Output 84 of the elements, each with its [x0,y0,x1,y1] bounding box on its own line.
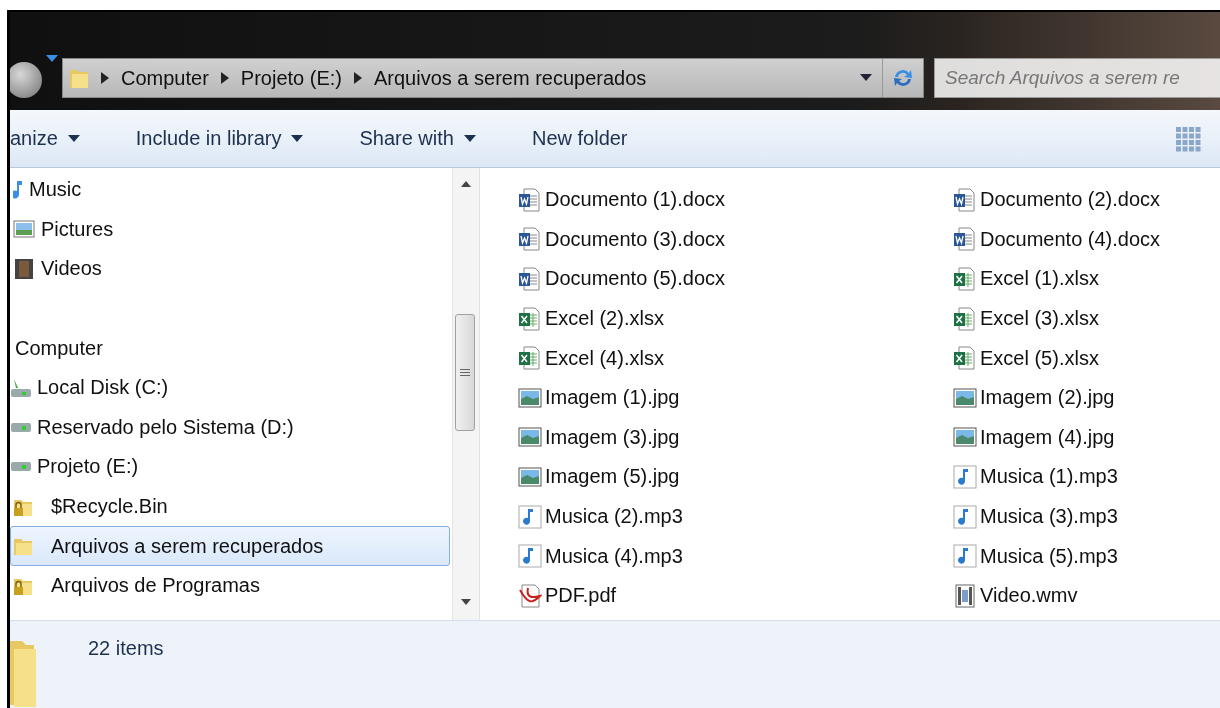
file-name[interactable]: Musica (5).mp3 [980,544,1118,568]
nav-item[interactable]: Local Disk (C:) [10,367,450,408]
file-name[interactable]: Documento (4).docx [980,227,1161,251]
search-field[interactable]: Search Arquivos a serem re [934,58,1220,98]
music-note-icon [13,180,23,200]
image-file-icon [953,385,977,410]
picture-icon [13,218,35,241]
spreadsheet-icon [953,306,977,331]
caret-icon [291,134,304,143]
file-name[interactable]: Excel (1).xlsx [980,267,1099,291]
word-document-icon [953,187,977,212]
nav-item[interactable]: Arquivos a serem recuperados [10,526,450,566]
toolbar-button[interactable]: New folder [523,121,636,156]
nav-item[interactable]: Pictures [10,209,450,250]
caret-icon [67,134,80,143]
audio-file-icon [953,464,977,489]
breadcrumb[interactable]: Arquivos a serem recuperados [373,66,647,90]
nav-item[interactable]: Videos [10,249,450,289]
item-count: 22 items [88,637,164,660]
chevron-icon[interactable] [353,72,362,84]
word-document-icon [518,227,542,252]
menu-button[interactable]: Share with [351,121,484,156]
film-icon [13,258,35,280]
drive-icon [11,378,31,397]
file-name[interactable]: Documento (3).docx [545,227,726,251]
image-file-icon [953,425,977,450]
file-name[interactable]: Musica (2).mp3 [545,505,683,529]
spreadsheet-icon [518,346,542,371]
file-name[interactable]: Imagem (5).jpg [545,465,680,489]
file-name[interactable]: Imagem (4).jpg [980,425,1115,449]
spreadsheet-icon [953,267,977,291]
scrollbar[interactable] [452,168,479,620]
refresh-icon[interactable] [891,67,915,89]
nav-item[interactable]: Music [10,170,450,210]
caret-icon[interactable] [46,55,58,63]
file-name[interactable]: PDF.pdf [545,584,617,608]
image-file-icon [518,385,542,410]
back-button[interactable] [10,62,42,98]
file-name[interactable]: Documento (1).docx [545,188,726,212]
scroll-thumb[interactable] [455,314,475,431]
audio-file-icon [953,544,977,569]
spreadsheet-icon [518,306,542,331]
image-file-icon [518,464,542,489]
nav-item[interactable]: $Recycle.Bin [10,486,450,527]
file-name[interactable]: Video.wmv [980,584,1078,608]
nav-item[interactable]: Arquivos de Programas [10,565,450,606]
file-name[interactable]: Excel (2).xlsx [545,307,664,331]
drive-icon [11,422,31,432]
file-name[interactable]: Excel (4).xlsx [545,346,664,370]
word-document-icon [953,227,977,252]
caret-icon [463,134,476,143]
menu-button[interactable]: Include in library [127,121,312,156]
word-document-icon [518,187,542,212]
audio-file-icon [518,504,542,529]
address-bar[interactable]: Computer Projeto (E:) Arquivos a serem recuperados [62,58,924,98]
file-name[interactable]: Musica (1).mp3 [980,465,1118,489]
file-name[interactable]: Imagem (2).jpg [980,386,1115,410]
file-name[interactable]: Documento (5).docx [545,267,726,291]
drive-icon [11,462,31,472]
nav-item[interactable]: Computer [10,328,450,368]
file-name[interactable]: Imagem (3).jpg [545,425,680,449]
spreadsheet-icon [953,346,977,371]
nav-item[interactable]: Projeto (E:) [10,447,450,487]
image-file-icon [518,425,542,450]
audio-file-icon [953,504,977,529]
nav-item[interactable]: Reservado pelo Sistema (D:) [10,407,450,448]
file-name[interactable]: Musica (4).mp3 [545,544,683,568]
menu-button[interactable]: anize [10,121,88,156]
scroll-down-icon[interactable] [461,599,471,606]
audio-file-icon [518,544,542,569]
file-name[interactable]: Documento (2).docx [980,188,1161,212]
file-name[interactable]: Excel (3).xlsx [980,307,1099,331]
word-document-icon [518,267,542,291]
file-name[interactable]: Musica (3).mp3 [980,505,1118,529]
chevron-icon[interactable] [101,72,109,84]
video-file-icon [953,583,977,608]
pdf-file-icon [518,583,542,608]
file-name[interactable]: Imagem (1).jpg [545,386,680,410]
file-name[interactable]: Excel (5).xlsx [980,346,1099,370]
caret-icon[interactable] [860,74,872,82]
breadcrumb[interactable]: Computer [121,66,209,90]
breadcrumb[interactable]: Projeto (E:) [240,66,342,90]
scroll-up-icon[interactable] [461,180,471,187]
chevron-icon[interactable] [220,72,229,84]
